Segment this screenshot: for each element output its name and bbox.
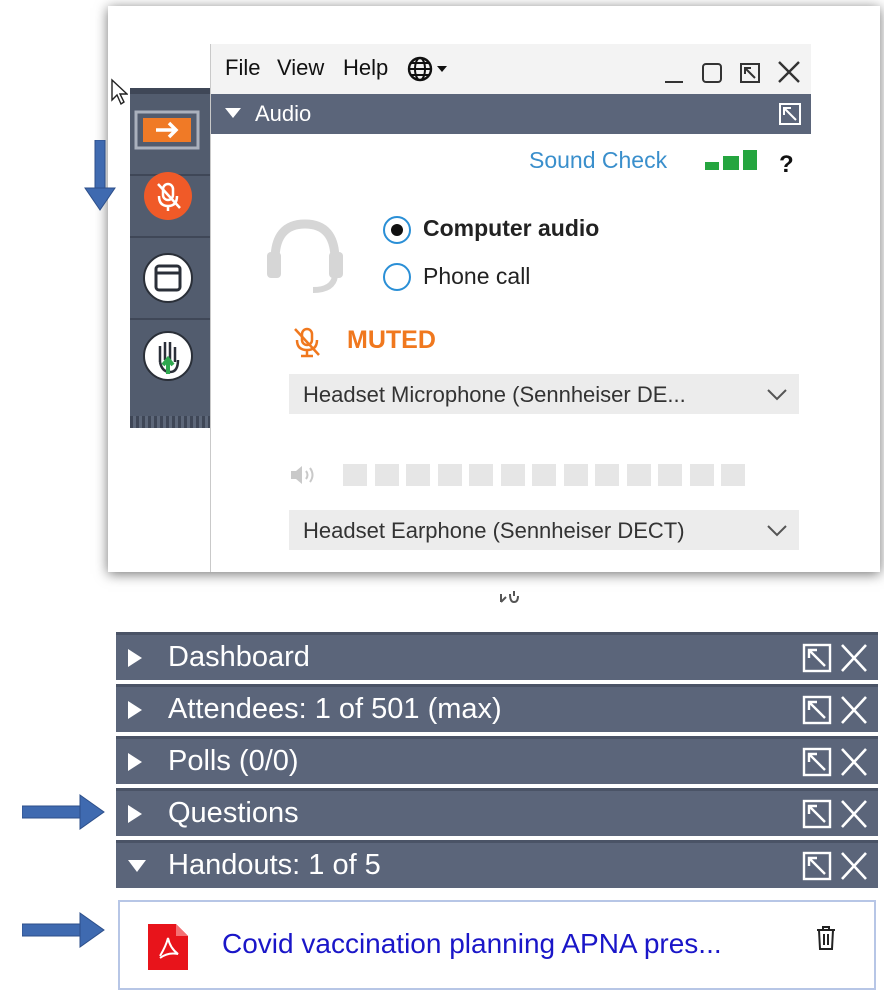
handout-item[interactable]: Covid vaccination planning APNA pres... [118,900,876,990]
annotation-arrow-right [22,794,105,830]
window-toggle-button[interactable] [130,238,210,320]
annotation-arrow-right [22,912,105,948]
headset-icon [267,219,343,293]
audio-panel-title: Audio [255,101,312,126]
panel-controls [802,799,867,829]
maximize-icon [702,63,722,83]
expand-triangle-icon [128,649,142,667]
menu-help[interactable]: Help [343,55,388,81]
mute-button[interactable] [130,156,210,238]
panel-title: Polls (0/0) [168,745,299,777]
computer-audio-radio[interactable] [383,216,411,244]
trash-icon[interactable] [816,926,836,950]
level-segment [343,464,367,486]
phone-call-radio[interactable] [383,263,411,291]
phone-call-label: Phone call [423,263,531,289]
mic-muted-icon [144,172,192,220]
microphone-value: Headset Microphone (Sennheiser DE... [303,382,686,407]
audio-window: File View Help Audio Sound Check ? Compu… [210,44,811,572]
cursor-icon [111,78,128,106]
panel-controls [802,851,867,881]
panel-controls [802,643,867,673]
sound-check-link[interactable]: Sound Check [529,147,667,174]
level-segment [374,464,399,486]
popout-icon [802,747,832,777]
panel-handouts[interactable]: Handouts: 1 of 5 [116,840,878,888]
panel-dashboard[interactable]: Dashboard [116,632,878,680]
window-controls [665,61,800,83]
popout-icon [802,851,832,881]
panel-title: Questions [168,797,299,829]
raise-hand-button[interactable] [130,320,210,400]
expand-triangle-icon [128,805,142,823]
chevron-down-icon [767,525,787,537]
level-segment [658,464,682,486]
exit-arrow-icon [134,110,200,150]
computer-audio-label: Computer audio [423,215,600,241]
panel-polls[interactable]: Polls (0/0) [116,736,878,784]
mute-status: MUTED [347,326,436,354]
level-segment [532,464,556,486]
speaker-select[interactable]: Headset Earphone (Sennheiser DECT) [289,510,799,550]
window-icon [143,253,193,303]
pdf-icon [148,924,188,970]
panel-controls [802,747,867,777]
level-segment [406,464,430,486]
expand-triangle-icon [128,701,142,719]
control-rail [130,88,210,428]
level-segment [500,464,525,486]
collapse-triangle-icon [128,860,146,872]
popout-icon[interactable] [779,103,801,125]
level-segment [689,464,714,486]
drag-handle-icon[interactable] [498,588,524,608]
level-segment [721,464,745,486]
panel-controls [802,695,867,725]
level-segment [437,464,462,486]
level-segment [469,464,493,486]
popout-icon [740,63,760,83]
panel-title: Attendees: 1 of 501 (max) [168,693,502,725]
panel-title: Dashboard [168,641,310,673]
close-icon [778,61,800,83]
level-segment [563,464,588,486]
raise-hand-icon [143,331,193,381]
level-segment [626,464,651,486]
popout-icon [802,799,832,829]
panel-attendees[interactable]: Attendees: 1 of 501 (max) [116,684,878,732]
speaker-icon [291,466,314,484]
expand-triangle-icon [128,753,142,771]
help-button[interactable]: ? [779,151,794,179]
speaker-value: Headset Earphone (Sennheiser DECT) [303,518,685,543]
mic-muted-icon [294,327,320,358]
handout-link[interactable]: Covid vaccination planning APNA pres... [222,928,722,960]
annotation-arrow-down [84,140,116,211]
panel-questions[interactable]: Questions [116,788,878,836]
collapse-triangle-icon [225,108,241,118]
globe-icon[interactable] [407,56,461,84]
popout-icon [802,643,832,673]
signal-bars-icon [705,150,757,170]
chevron-down-icon [767,389,787,401]
microphone-select[interactable]: Headset Microphone (Sennheiser DE... [289,374,799,414]
rail-grip [130,416,210,428]
close-icon [841,748,867,776]
panel-title: Handouts: 1 of 5 [168,849,381,881]
menu-bar: File View Help [211,44,811,94]
popout-icon [802,695,832,725]
close-icon [841,852,867,880]
close-icon [841,800,867,828]
audio-panel-header[interactable]: Audio [211,94,811,134]
level-segment [595,464,619,486]
close-icon [841,644,867,672]
menu-view[interactable]: View [277,55,324,81]
menu-file[interactable]: File [225,55,260,81]
close-icon [841,696,867,724]
